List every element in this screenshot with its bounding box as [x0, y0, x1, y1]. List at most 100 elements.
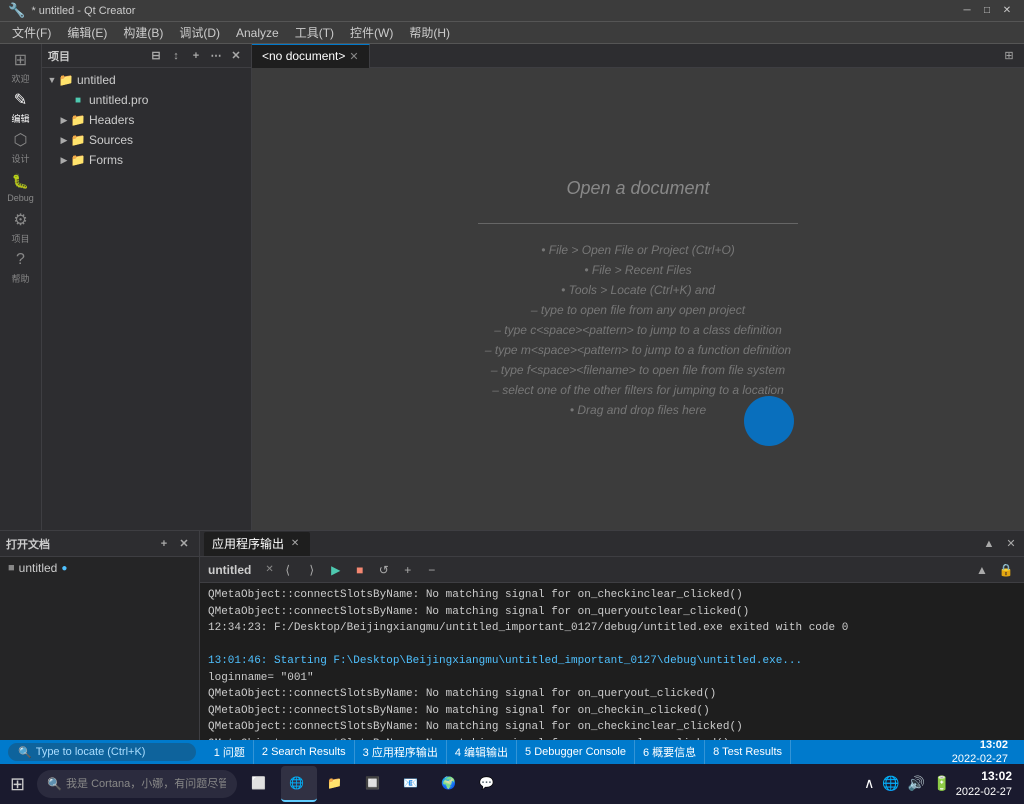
tree-forms-icon: 📁 [70, 152, 86, 168]
start-button[interactable]: ⊞ [4, 766, 31, 802]
menu-edit[interactable]: 编辑(E) [59, 22, 115, 43]
bottom-close-btn[interactable]: ✕ [1002, 535, 1020, 553]
taskbar-date-value: 2022-02-27 [956, 785, 1012, 799]
menu-build[interactable]: 构建(B) [115, 22, 171, 43]
menu-file[interactable]: 文件(F) [4, 22, 59, 43]
windows-taskbar: ⊞ 🔍 ⬜ 🌐 📁 🔲 📧 🌍 💬 ∧ 🌐 🔊 🔋 13:02 2022-02-… [0, 764, 1024, 804]
taskbar-explorer[interactable]: 📁 [319, 766, 355, 802]
explorer-icon: 📁 [327, 776, 342, 790]
project-close-btn[interactable]: ✕ [227, 47, 245, 65]
output-line-7: QMetaObject::connectSlotsByName: No matc… [208, 703, 1016, 720]
close-button[interactable]: ✕ [998, 2, 1016, 20]
tree-item-headers[interactable]: ▶ 📁 Headers [42, 110, 251, 130]
taskbar-clock[interactable]: 13:02 2022-02-27 [956, 769, 1012, 799]
menu-controls[interactable]: 控件(W) [342, 22, 401, 43]
status-item-app-output[interactable]: 3 应用程序输出 [355, 740, 447, 764]
output-line-2: 12:34:23: F:/Desktop/Beijingxiangmu/unti… [208, 620, 1016, 637]
bottom-expand-btn[interactable]: ▲ [980, 535, 998, 553]
output-right-btns: ▲ 🔒 [972, 560, 1016, 580]
no-doc-hint-6: – type f<space><filename> to open file f… [491, 363, 785, 377]
menu-help[interactable]: 帮助(H) [401, 22, 458, 43]
output-run-btn[interactable]: ▶ [326, 560, 346, 580]
open-doc-modified-icon: ● [61, 563, 67, 574]
task-view-icon: ⬜ [251, 776, 266, 790]
output-scroll-lock-btn[interactable]: 🔒 [996, 560, 1016, 580]
sidebar-design[interactable]: ⬡ 设计 [2, 128, 40, 166]
tray-arrow-icon[interactable]: ∧ [861, 775, 877, 792]
tree-item-forms[interactable]: ▶ 📁 Forms [42, 150, 251, 170]
editor-split-btn[interactable]: ⊞ [1000, 47, 1018, 65]
output-add-btn[interactable]: + [398, 560, 418, 580]
status-date-value: 2022-02-27 [952, 752, 1008, 766]
no-doc-hint-3: – type to open file from any open projec… [531, 303, 745, 317]
status-item-summary[interactable]: 6 概要信息 [635, 740, 705, 764]
editor-tab-nodoc[interactable]: <no document> ✕ [252, 44, 370, 68]
sidebar-help-label: 帮助 [11, 272, 29, 285]
open-docs-add-btn[interactable]: + [155, 535, 173, 553]
maximize-button[interactable]: □ [978, 2, 996, 20]
sidebar-project-label: 项目 [11, 232, 29, 245]
browser-icon: 🌍 [441, 776, 456, 790]
output-prev-btn[interactable]: ⟨ [278, 560, 298, 580]
taskbar-browser2[interactable]: 🌍 [433, 766, 469, 802]
cortana-input[interactable] [66, 778, 226, 790]
network-icon[interactable]: 🌐 [879, 775, 902, 792]
taskbar-chat[interactable]: 💬 [471, 766, 507, 802]
tree-item-pro[interactable]: ■ untitled.pro [42, 90, 251, 110]
statusbar-search[interactable]: 🔍 [8, 743, 196, 761]
main-area: ⊞ 欢迎 ✎ 编辑 ⬡ 设计 🐛 Debug ⚙ 项目 ? 帮助 项目 ⊟ [0, 44, 1024, 530]
sidebar-debug[interactable]: 🐛 Debug [2, 168, 40, 206]
status-item-problems[interactable]: 1 问题 [206, 740, 254, 764]
sidebar-welcome[interactable]: ⊞ 欢迎 [2, 48, 40, 86]
output-stop-btn[interactable]: ■ [350, 560, 370, 580]
status-item-search-results[interactable]: 2 Search Results [254, 740, 355, 764]
minimize-button[interactable]: ─ [958, 2, 976, 20]
output-content[interactable]: QMetaObject::connectSlotsByName: No matc… [200, 583, 1024, 740]
sidebar-help[interactable]: ? 帮助 [2, 248, 40, 286]
menu-tools[interactable]: 工具(T) [287, 22, 342, 43]
sidebar-project[interactable]: ⚙ 项目 [2, 208, 40, 246]
output-line-0: QMetaObject::connectSlotsByName: No matc… [208, 587, 1016, 604]
output-minus-btn[interactable]: − [422, 560, 442, 580]
output-restart-btn[interactable]: ↺ [374, 560, 394, 580]
tree-pro-label: untitled.pro [89, 93, 148, 107]
bottom-tab-app-output[interactable]: 应用程序输出 ✕ [204, 532, 310, 556]
store-icon: 🔲 [365, 776, 380, 790]
cortana-search[interactable]: 🔍 [37, 770, 237, 798]
open-docs-close-btn[interactable]: ✕ [175, 535, 193, 553]
editor-tab-close-icon[interactable]: ✕ [349, 50, 358, 63]
menu-debug[interactable]: 调试(D) [171, 22, 228, 43]
battery-icon[interactable]: 🔋 [930, 775, 953, 792]
project-tree: ▼ 📁 untitled ■ untitled.pro ▶ 📁 Headers … [42, 68, 251, 530]
project-filter-btn[interactable]: ⊟ [147, 47, 165, 65]
output-scroll-top-btn[interactable]: ▲ [972, 560, 992, 580]
titlebar: 🔧 * untitled - Qt Creator ─ □ ✕ [0, 0, 1024, 22]
output-next-btn[interactable]: ⟩ [302, 560, 322, 580]
status-item-test-results[interactable]: 8 Test Results [705, 740, 791, 764]
no-doc-hint-4: – type c<space><pattern> to jump to a cl… [494, 323, 782, 337]
statusbar-search-input[interactable] [36, 746, 186, 758]
status-item-compile-output[interactable]: 4 编辑输出 [447, 740, 517, 764]
taskbar-task-view[interactable]: ⬜ [243, 766, 279, 802]
no-doc-hint-8: • Drag and drop files here [570, 403, 706, 417]
sidebar-edit[interactable]: ✎ 编辑 [2, 88, 40, 126]
project-add-btn[interactable]: + [187, 47, 205, 65]
volume-icon[interactable]: 🔊 [905, 775, 928, 792]
bottom-tab-right: ▲ ✕ [980, 535, 1020, 553]
project-sync-btn[interactable]: ↕ [167, 47, 185, 65]
taskbar-edge[interactable]: 🌐 [281, 766, 317, 802]
menu-analyze[interactable]: Analyze [228, 24, 287, 42]
status-item-debugger-console[interactable]: 5 Debugger Console [517, 740, 635, 764]
search-icon: 🔍 [18, 746, 32, 759]
taskbar-mail[interactable]: 📧 [395, 766, 431, 802]
output-close-x[interactable]: ✕ [265, 564, 273, 575]
tree-item-sources[interactable]: ▶ 📁 Sources [42, 130, 251, 150]
tree-folder-icon: 📁 [58, 72, 74, 88]
editor-area: <no document> ✕ ⊞ Open a document • File… [252, 44, 1024, 530]
tree-root-untitled[interactable]: ▼ 📁 untitled [42, 70, 251, 90]
sidebar-edit-label: 编辑 [11, 112, 29, 125]
app-icon: 🔧 [8, 2, 25, 19]
bottom-tab-app-output-close[interactable]: ✕ [288, 537, 302, 551]
taskbar-store[interactable]: 🔲 [357, 766, 393, 802]
project-more-btn[interactable]: ⋯ [207, 47, 225, 65]
